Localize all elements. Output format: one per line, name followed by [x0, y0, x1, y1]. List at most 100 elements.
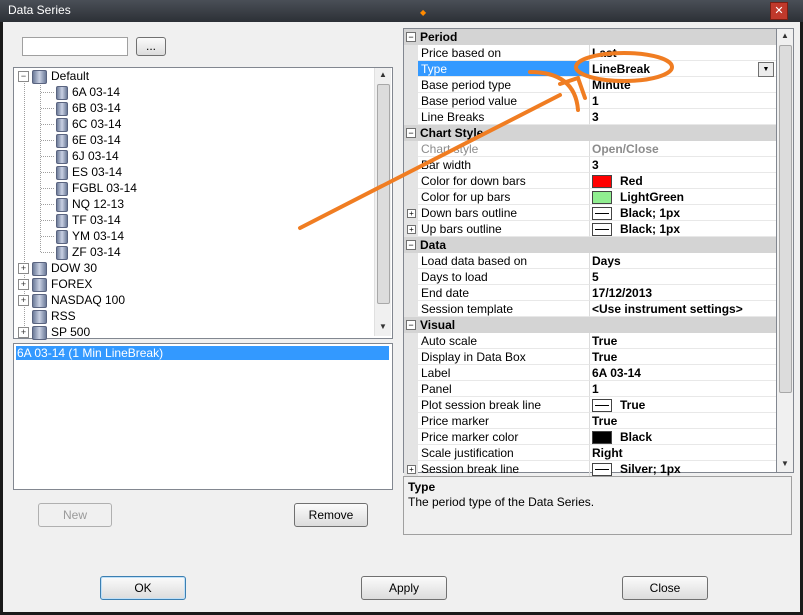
instrument-search-input[interactable]: [22, 37, 128, 56]
scroll-down-icon[interactable]: ▼: [777, 457, 793, 471]
tree-node-instrument[interactable]: YM 03-14: [56, 228, 124, 244]
property-row-session-template[interactable]: Session template <Use instrument settings…: [404, 301, 776, 317]
scroll-down-icon[interactable]: ▼: [375, 320, 391, 334]
tree-node-instrument[interactable]: NQ 12-13: [56, 196, 124, 212]
tree-node-group[interactable]: + SP 500: [18, 324, 90, 340]
property-value[interactable]: True: [590, 413, 776, 429]
property-value[interactable]: LineBreak ▼: [590, 61, 776, 77]
expand-icon[interactable]: +: [407, 465, 416, 474]
tree-node-default[interactable]: − Default: [18, 68, 89, 84]
property-value[interactable]: LightGreen: [590, 189, 776, 205]
property-value[interactable]: Black; 1px: [590, 221, 776, 237]
property-row-auto-scale[interactable]: Auto scale True: [404, 333, 776, 349]
scroll-up-icon[interactable]: ▲: [375, 68, 391, 82]
ok-button[interactable]: OK: [100, 576, 186, 600]
property-row-line-breaks[interactable]: Line Breaks 3: [404, 109, 776, 125]
dropdown-arrow-icon[interactable]: ▼: [758, 62, 774, 77]
collapse-icon[interactable]: −: [406, 128, 416, 138]
property-value[interactable]: Last: [590, 45, 776, 61]
property-value[interactable]: True: [590, 397, 776, 413]
property-value[interactable]: Black: [590, 429, 776, 445]
tree-node-instrument[interactable]: TF 03-14: [56, 212, 121, 228]
tree-node-instrument[interactable]: ZF 03-14: [56, 244, 121, 260]
property-value[interactable]: 3: [590, 109, 776, 125]
tree-node-group[interactable]: + NASDAQ 100: [18, 292, 125, 308]
property-row-plot-session-break-line[interactable]: Plot session break line True: [404, 397, 776, 413]
list-item[interactable]: 6A 03-14 (1 Min LineBreak): [16, 346, 389, 360]
expand-icon[interactable]: +: [407, 225, 416, 234]
property-value[interactable]: 17/12/2013: [590, 285, 776, 301]
property-row-session-break-line[interactable]: + Session break line Silver; 1px: [404, 461, 776, 477]
property-row-end-date[interactable]: End date 17/12/2013: [404, 285, 776, 301]
property-value[interactable]: True: [590, 349, 776, 365]
category-chart-style[interactable]: − Chart Style: [404, 125, 776, 141]
property-value[interactable]: 1: [590, 381, 776, 397]
property-row-up-bars-outline[interactable]: + Up bars outline Black; 1px: [404, 221, 776, 237]
expand-icon[interactable]: +: [18, 295, 29, 307]
property-value[interactable]: True: [590, 333, 776, 349]
property-grid-scrollbar[interactable]: ▲ ▼: [776, 28, 794, 473]
property-value[interactable]: Open/Close: [590, 141, 776, 157]
property-row-price-marker[interactable]: Price marker True: [404, 413, 776, 429]
scrollbar-thumb[interactable]: [377, 84, 390, 304]
property-value[interactable]: 5: [590, 269, 776, 285]
tree-scrollbar[interactable]: ▲ ▼: [374, 68, 391, 336]
property-value[interactable]: 3: [590, 157, 776, 173]
category-visual[interactable]: − Visual: [404, 317, 776, 333]
expand-icon[interactable]: +: [407, 209, 416, 218]
expand-icon[interactable]: +: [18, 279, 29, 291]
tree-node-group[interactable]: + FOREX: [18, 276, 92, 292]
property-row-days-to-load[interactable]: Days to load 5: [404, 269, 776, 285]
tree-node-instrument[interactable]: FGBL 03-14: [56, 180, 137, 196]
property-value[interactable]: Black; 1px: [590, 205, 776, 221]
property-value[interactable]: 1: [590, 93, 776, 109]
property-row-bar-width[interactable]: Bar width 3: [404, 157, 776, 173]
close-window-button[interactable]: ✕: [770, 2, 788, 20]
property-row-load-data-based-on[interactable]: Load data based on Days: [404, 253, 776, 269]
category-data[interactable]: − Data: [404, 237, 776, 253]
property-row-price-marker-color[interactable]: Price marker color Black: [404, 429, 776, 445]
property-value[interactable]: Red: [590, 173, 776, 189]
row-gutter: [404, 189, 418, 205]
scrollbar-thumb[interactable]: [779, 45, 792, 393]
new-button[interactable]: New: [38, 503, 112, 527]
property-row-type[interactable]: Type LineBreak ▼: [404, 61, 776, 77]
property-row-chart-style[interactable]: Chart style Open/Close: [404, 141, 776, 157]
property-row-scale-justification[interactable]: Scale justification Right: [404, 445, 776, 461]
browse-button[interactable]: ...: [136, 37, 166, 56]
tree-node-instrument[interactable]: 6C 03-14: [56, 116, 121, 132]
tree-node-instrument[interactable]: 6B 03-14: [56, 100, 121, 116]
tree-node-group[interactable]: RSS: [18, 308, 76, 324]
property-value[interactable]: Minute: [590, 77, 776, 93]
category-period[interactable]: − Period: [404, 29, 776, 45]
property-value[interactable]: Silver; 1px: [590, 461, 776, 477]
property-value[interactable]: 6A 03-14: [590, 365, 776, 381]
tree-node-instrument[interactable]: 6J 03-14: [56, 148, 119, 164]
tree-node-group[interactable]: + DOW 30: [18, 260, 97, 276]
tree-node-instrument[interactable]: 6E 03-14: [56, 132, 121, 148]
property-value[interactable]: <Use instrument settings>: [590, 301, 776, 317]
expand-icon[interactable]: +: [18, 263, 29, 275]
scroll-up-icon[interactable]: ▲: [777, 29, 793, 43]
apply-button[interactable]: Apply: [361, 576, 447, 600]
property-value[interactable]: Right: [590, 445, 776, 461]
tree-node-instrument[interactable]: ES 03-14: [56, 164, 122, 180]
collapse-icon[interactable]: −: [406, 32, 416, 42]
property-row-base-period-type[interactable]: Base period type Minute: [404, 77, 776, 93]
property-value[interactable]: Days: [590, 253, 776, 269]
property-row-price-based-on[interactable]: Price based on Last: [404, 45, 776, 61]
property-row-label[interactable]: Label 6A 03-14: [404, 365, 776, 381]
property-row-color-for-up-bars[interactable]: Color for up bars LightGreen: [404, 189, 776, 205]
property-row-panel[interactable]: Panel 1: [404, 381, 776, 397]
collapse-icon[interactable]: −: [406, 320, 416, 330]
property-row-display-in-data-box[interactable]: Display in Data Box True: [404, 349, 776, 365]
property-row-base-period-value[interactable]: Base period value 1: [404, 93, 776, 109]
collapse-icon[interactable]: −: [406, 240, 416, 250]
property-row-color-for-down-bars[interactable]: Color for down bars Red: [404, 173, 776, 189]
property-row-down-bars-outline[interactable]: + Down bars outline Black; 1px: [404, 205, 776, 221]
tree-node-instrument[interactable]: 6A 03-14: [56, 84, 120, 100]
remove-button[interactable]: Remove: [294, 503, 368, 527]
expand-icon[interactable]: +: [18, 327, 29, 339]
close-button[interactable]: Close: [622, 576, 708, 600]
collapse-icon[interactable]: −: [18, 71, 29, 83]
